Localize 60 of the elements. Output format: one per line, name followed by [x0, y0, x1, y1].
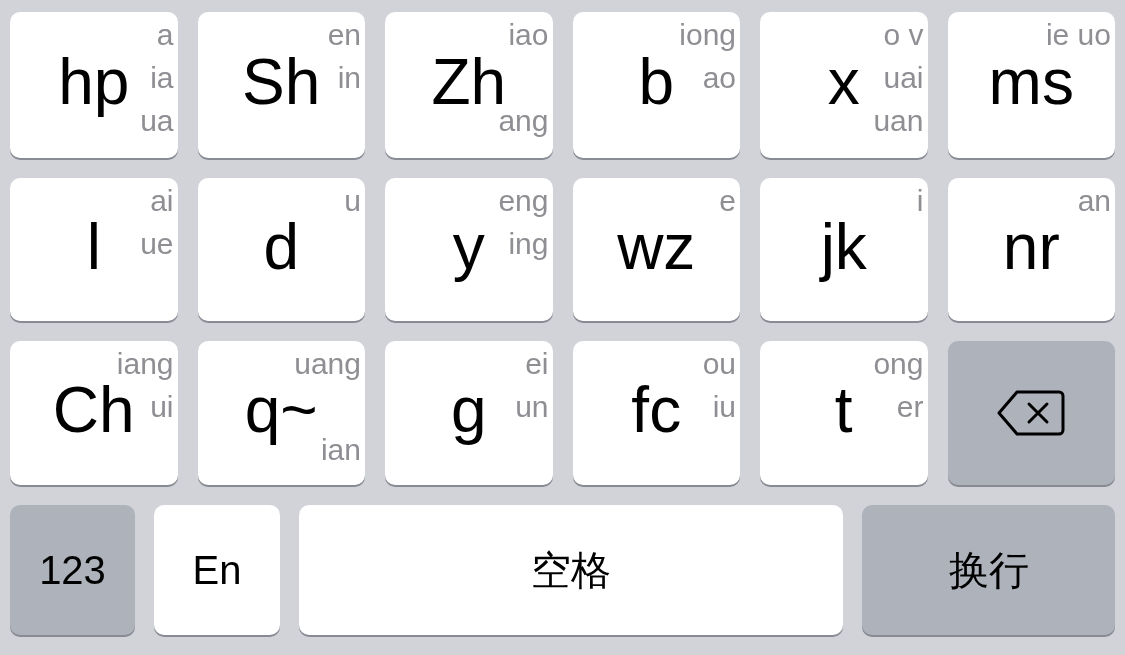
key[interactable]: En	[154, 505, 280, 635]
delete-key[interactable]	[947, 341, 1115, 486]
key[interactable]: Sh en in	[197, 12, 365, 158]
key-hint: un	[515, 389, 549, 426]
key-hint: e	[719, 182, 736, 219]
key-hint: ing	[508, 225, 549, 262]
key-hint: ei	[525, 346, 549, 383]
key-hint: u	[344, 182, 361, 219]
key[interactable]: 空格	[299, 505, 843, 635]
key[interactable]: nr an	[947, 177, 1115, 322]
key[interactable]: 换行	[862, 505, 1115, 635]
key[interactable]: fc ou iu	[572, 341, 740, 486]
key[interactable]: l ai ue	[10, 177, 178, 322]
key-hint: iong	[679, 17, 736, 53]
key[interactable]: b iong ao	[572, 12, 740, 158]
key-hint: ue	[140, 225, 174, 262]
key-label: b	[638, 49, 675, 120]
key[interactable]: jk i	[760, 177, 928, 322]
key[interactable]: Ch iang ui	[10, 341, 178, 486]
key-hint: uai	[883, 60, 924, 96]
key-hint: er	[896, 389, 924, 426]
key-label: fc	[631, 378, 682, 449]
key-hint: a	[156, 17, 174, 53]
key-hint: uan	[873, 103, 924, 139]
key-hint: eng	[498, 182, 549, 219]
backspace-icon	[997, 389, 1066, 438]
key-hint: ian	[320, 432, 361, 469]
key-hint: ou	[702, 346, 736, 383]
key-label: t	[834, 378, 853, 449]
key-label: nr	[1002, 214, 1060, 285]
key-label: d	[263, 214, 300, 285]
key-label: l	[86, 214, 101, 285]
key-hint: en	[327, 17, 361, 53]
key[interactable]: y eng ing	[385, 177, 553, 322]
key-hint: ong	[873, 346, 924, 383]
key-hint: an	[1077, 182, 1111, 219]
key-hint: ua	[140, 103, 174, 139]
key-hint: i	[916, 182, 924, 219]
key[interactable]: d u	[197, 177, 365, 322]
key-label: hp	[58, 49, 130, 120]
key[interactable]: q~ uang ian	[197, 341, 365, 486]
key[interactable]: wz e	[572, 177, 740, 322]
key-label: wz	[617, 214, 696, 285]
key[interactable]: ms ie uo	[947, 12, 1115, 158]
key-hint: iao	[508, 17, 549, 53]
key[interactable]: 123	[10, 505, 135, 635]
key-hint: o v	[883, 17, 924, 53]
key[interactable]: g ei un	[385, 341, 553, 486]
key-hint: ai	[150, 182, 174, 219]
key-hint: ia	[150, 60, 174, 96]
key-label: Sh	[242, 49, 321, 120]
key-hint: iu	[712, 389, 736, 426]
key-label: y	[452, 214, 485, 285]
key-hint: ao	[702, 60, 736, 96]
key-hint: in	[337, 60, 361, 96]
key-label: g	[450, 378, 487, 449]
key-label: x	[827, 49, 860, 120]
key-label: jk	[820, 214, 867, 285]
key-hint: ui	[150, 389, 174, 426]
key[interactable]: t ong er	[760, 341, 928, 486]
